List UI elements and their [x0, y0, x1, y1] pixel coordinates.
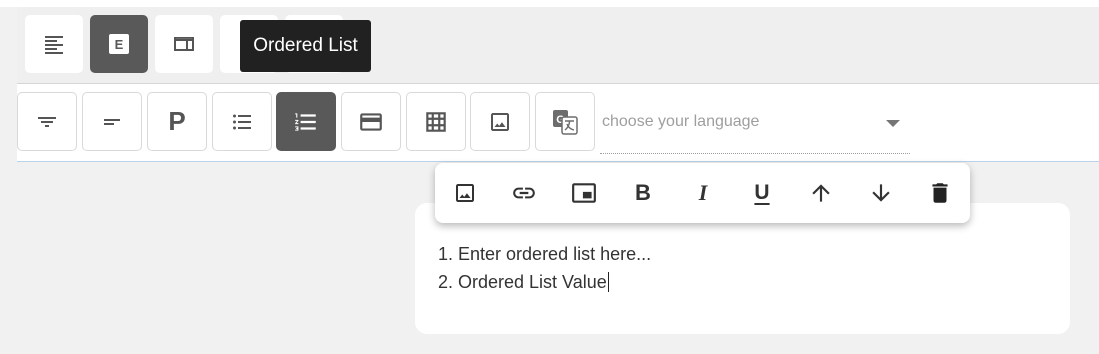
italic-icon: I	[698, 180, 708, 205]
bullet-list-icon	[230, 110, 254, 134]
insert-image-button[interactable]	[448, 176, 482, 210]
ordered-list-tooltip: Ordered List	[240, 20, 371, 72]
filter-list-icon	[35, 110, 59, 134]
short-text-icon	[100, 110, 124, 134]
list-item-text: 2. Ordered List Value	[438, 272, 607, 292]
floating-format-toolbar: B I U	[435, 163, 970, 223]
grid-table-icon	[423, 109, 449, 135]
underline-button[interactable]: U	[745, 176, 779, 210]
image-icon	[488, 110, 512, 134]
move-down-button[interactable]	[864, 176, 898, 210]
translate-icon: G	[551, 108, 579, 136]
bullet-list-button[interactable]	[212, 92, 272, 151]
align-left-mode-button[interactable]	[25, 15, 83, 73]
filter-button[interactable]	[17, 92, 77, 151]
top-strip	[0, 0, 1099, 7]
chevron-down-icon[interactable]	[886, 120, 900, 127]
list-item[interactable]: 1. Enter ordered list here...	[438, 244, 651, 265]
web-layout-icon	[172, 32, 196, 56]
text-cursor	[607, 272, 609, 292]
table-button[interactable]	[406, 92, 466, 151]
language-select[interactable]	[600, 100, 910, 154]
trash-icon	[927, 180, 953, 206]
list-item-text: 1. Enter ordered list here...	[438, 244, 652, 264]
layout-mode-button[interactable]	[155, 15, 213, 73]
card-button[interactable]	[341, 92, 401, 151]
translate-button[interactable]: G	[535, 92, 595, 151]
ordered-list-icon	[293, 109, 319, 135]
link-icon	[511, 180, 537, 206]
align-left-icon	[42, 32, 66, 56]
credit-card-icon	[358, 109, 384, 135]
bold-button[interactable]: B	[626, 176, 660, 210]
arrow-down-icon	[868, 180, 894, 206]
picture-in-picture-button[interactable]	[567, 176, 601, 210]
paragraph-p-icon: P	[168, 106, 186, 136]
delete-button[interactable]	[923, 176, 957, 210]
image-button[interactable]	[470, 92, 530, 151]
underline-icon: U	[754, 181, 770, 204]
language-input[interactable]	[600, 112, 864, 132]
editor-mode-button[interactable]: E	[90, 15, 148, 73]
picture-in-picture-icon	[571, 180, 597, 206]
short-text-button[interactable]	[82, 92, 142, 151]
insert-link-button[interactable]	[507, 176, 541, 210]
tooltip-text: Ordered List	[253, 35, 358, 56]
list-item[interactable]: 2. Ordered List Value	[438, 272, 609, 293]
italic-button[interactable]: I	[686, 176, 720, 210]
ordered-list-button[interactable]	[276, 92, 336, 151]
arrow-up-icon	[808, 180, 834, 206]
image-icon	[453, 181, 477, 205]
paragraph-button[interactable]: P	[147, 92, 207, 151]
move-up-button[interactable]	[804, 176, 838, 210]
bold-icon: B	[635, 180, 651, 205]
editor-e-icon: E	[109, 34, 129, 54]
